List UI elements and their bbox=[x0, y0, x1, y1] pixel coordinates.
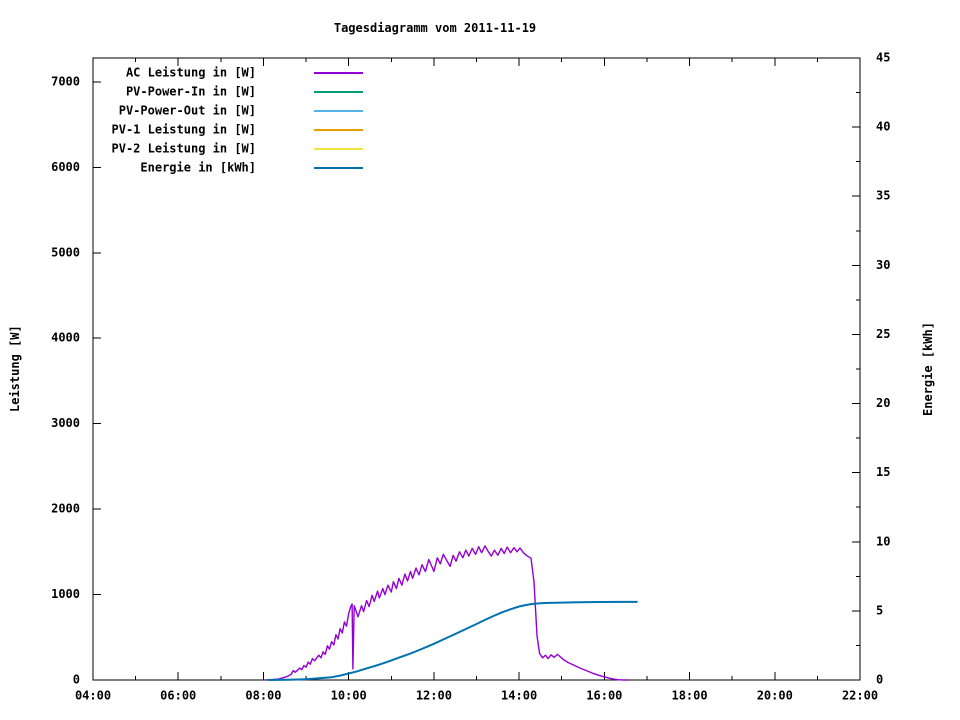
y1-tick-label: 4000 bbox=[51, 331, 80, 345]
x-tick-label: 20:00 bbox=[757, 689, 793, 703]
y2-tick-label: 15 bbox=[876, 465, 890, 479]
series-line-ac-leistung-in-w bbox=[265, 545, 628, 681]
y2-tick-label: 25 bbox=[876, 327, 890, 341]
y1-axis-label: Leistung [W] bbox=[8, 325, 22, 413]
legend-label-pv-power-out-in-w: PV-Power-Out in [W] bbox=[119, 104, 256, 118]
legend-label-pv-2-leistung-in-w: PV-2 Leistung in [W] bbox=[112, 142, 257, 156]
chart-title: Tagesdiagramm vom 2011-11-19 bbox=[333, 21, 537, 35]
x-tick-label: 04:00 bbox=[75, 689, 111, 703]
legend-label-ac-leistung-in-w: AC Leistung in [W] bbox=[126, 66, 256, 80]
x-tick-label: 18:00 bbox=[671, 689, 707, 703]
x-tick-label: 08:00 bbox=[245, 689, 281, 703]
y2-tick-label: 35 bbox=[876, 189, 890, 203]
x-tick-label: 22:00 bbox=[842, 689, 878, 703]
legend-label-pv-1-leistung-in-w: PV-1 Leistung in [W] bbox=[112, 123, 257, 137]
x-tick-label: 10:00 bbox=[331, 689, 367, 703]
y2-tick-label: 40 bbox=[876, 120, 890, 134]
y2-tick-label: 0 bbox=[876, 673, 883, 687]
y1-tick-label: 2000 bbox=[51, 502, 80, 516]
legend-label-energie-in-kwh: Energie in [kWh] bbox=[140, 161, 256, 175]
plot-area: 04:00 06:00 08:00 10:00 12:00 14:00 16:00 18:00… bbox=[51, 51, 890, 703]
chart-canvas: Tagesdiagramm vom 2011-11-19 Leistung [W… bbox=[0, 0, 960, 720]
x-tick-label: 06:00 bbox=[160, 689, 196, 703]
y1-tick-label: 5000 bbox=[51, 245, 80, 259]
y2-axis-label: Energie [kWh] bbox=[921, 322, 935, 416]
y1-tick-label: 0 bbox=[73, 673, 80, 687]
y1-tick-label: 7000 bbox=[51, 74, 80, 88]
y2-tick-label: 30 bbox=[876, 258, 890, 272]
y1-tick-label: 1000 bbox=[51, 587, 80, 601]
y2-tick-label: 10 bbox=[876, 534, 890, 548]
x-tick-label: 14:00 bbox=[501, 689, 537, 703]
y2-tick-label: 45 bbox=[876, 51, 890, 65]
legend-label-pv-power-in-in-w: PV-Power-In in [W] bbox=[126, 85, 256, 99]
y1-tick-label: 6000 bbox=[51, 160, 80, 174]
y1-tick-label: 3000 bbox=[51, 416, 80, 430]
y2-tick-label: 20 bbox=[876, 396, 890, 410]
x-tick-label: 16:00 bbox=[586, 689, 622, 703]
y2-tick-label: 5 bbox=[876, 603, 883, 617]
x-tick-label: 12:00 bbox=[416, 689, 452, 703]
